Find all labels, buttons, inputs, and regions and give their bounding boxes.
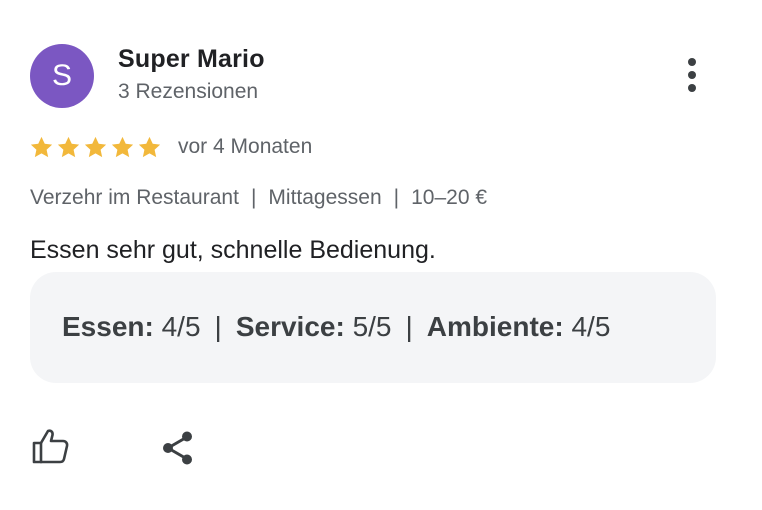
star-icon bbox=[57, 136, 80, 157]
sub-rating-label: Essen: bbox=[62, 311, 154, 342]
separator: | bbox=[250, 186, 257, 209]
review-text: Essen sehr gut, schnelle Bedienung. bbox=[30, 236, 436, 264]
reviewer-name[interactable]: Super Mario bbox=[118, 45, 265, 74]
sub-rating-value: 4/5 bbox=[161, 311, 201, 342]
visit-details: Verzehr im Restaurant | Mittagessen | 10–20 … bbox=[30, 186, 487, 210]
sub-rating-label: Ambiente: bbox=[426, 311, 564, 342]
star-icon bbox=[111, 136, 134, 157]
separator: | bbox=[405, 311, 413, 342]
like-button[interactable] bbox=[30, 427, 70, 465]
star-icon bbox=[138, 136, 161, 157]
service-type: Verzehr im Restaurant bbox=[30, 186, 239, 209]
meal-type: Mittagessen bbox=[268, 186, 382, 209]
separator: | bbox=[393, 186, 400, 209]
review-count: 3 Rezensionen bbox=[118, 80, 259, 103]
separator: | bbox=[214, 311, 222, 342]
star-icon bbox=[30, 136, 53, 157]
share-button[interactable] bbox=[160, 430, 196, 466]
sub-rating-value: 4/5 bbox=[571, 311, 611, 342]
sub-rating-value: 5/5 bbox=[352, 311, 392, 342]
more-vert-icon bbox=[688, 58, 696, 66]
rating-row: vor 4 Monaten bbox=[29, 130, 312, 164]
more-vert-icon-dot bbox=[688, 84, 696, 92]
price-range: 10–20 € bbox=[411, 186, 488, 209]
thumbs-up-icon bbox=[32, 429, 69, 464]
star-icon bbox=[84, 136, 107, 157]
more-options-button[interactable] bbox=[678, 56, 706, 96]
share-icon bbox=[163, 431, 192, 465]
avatar[interactable]: S bbox=[30, 44, 94, 108]
star-rating bbox=[29, 135, 162, 160]
review-card: S Super Mario 3 Rezensionen vor 4 Monate… bbox=[0, 0, 762, 510]
more-vert-icon-dot bbox=[688, 71, 696, 79]
sub-ratings: Essen: 4/5 | Service: 5/5 | Ambiente: 4/5 bbox=[62, 311, 610, 343]
sub-rating-label: Service: bbox=[235, 311, 345, 342]
sub-ratings-box: Essen: 4/5 | Service: 5/5 | Ambiente: 4/5 bbox=[30, 272, 716, 383]
review-time: vor 4 Monaten bbox=[178, 135, 313, 158]
